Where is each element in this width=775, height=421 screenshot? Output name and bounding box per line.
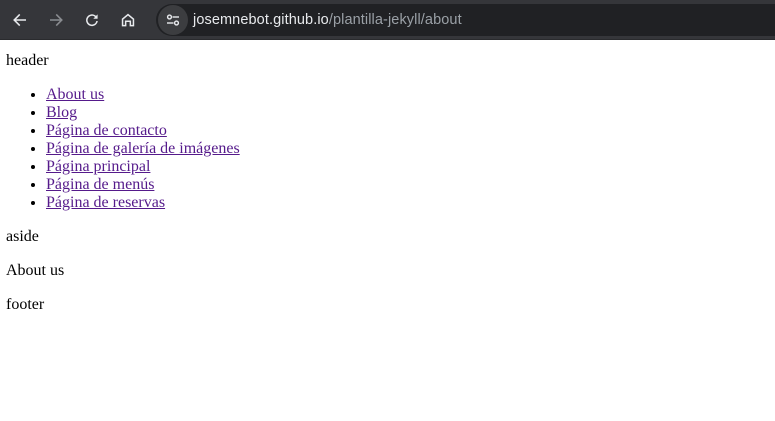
nav-link-galeria[interactable]: Página de galería de imágenes: [46, 140, 240, 157]
nav-link-contacto[interactable]: Página de contacto: [46, 122, 167, 139]
list-item: Página de galería de imágenes: [46, 140, 240, 158]
back-button[interactable]: [2, 0, 38, 40]
nav-link-blog[interactable]: Blog: [46, 104, 77, 121]
page-content: header About us Blog Página de contacto …: [0, 40, 775, 421]
list-item: Blog: [46, 104, 240, 122]
reload-button[interactable]: [74, 0, 110, 40]
back-arrow-icon: [13, 13, 26, 26]
header-text: header: [6, 52, 49, 69]
list-item: Página de menús: [46, 176, 240, 194]
main-text: About us: [6, 262, 65, 279]
forward-arrow-icon: [50, 13, 63, 26]
footer-text: footer: [6, 296, 45, 313]
nav-link-about-us[interactable]: About us: [46, 86, 104, 103]
list-item: About us: [46, 86, 240, 104]
nav-link-menus[interactable]: Página de menús: [46, 176, 154, 193]
site-info-icon: [166, 14, 180, 26]
home-icon: [121, 13, 135, 26]
url-text[interactable]: josemnebot.github.io/plantilla-jekyll/ab…: [193, 12, 462, 28]
forward-button[interactable]: [38, 0, 74, 40]
url-host: josemnebot.github.io: [193, 12, 329, 28]
reload-icon: [86, 13, 98, 26]
url-path: /plantilla-jekyll/about: [328, 12, 462, 28]
list-item: Página de contacto: [46, 122, 240, 140]
nav-link-principal[interactable]: Página principal: [46, 158, 150, 175]
site-info-button[interactable]: [158, 5, 188, 35]
list-item: Página de reservas: [46, 194, 240, 212]
nav-list: About us Blog Página de contacto Página …: [6, 86, 240, 212]
list-item: Página principal: [46, 158, 240, 176]
aside-text: aside: [6, 228, 39, 245]
nav-link-reservas[interactable]: Página de reservas: [46, 194, 165, 211]
browser-toolbar: josemnebot.github.io/plantilla-jekyll/ab…: [0, 0, 775, 40]
home-button[interactable]: [110, 0, 146, 40]
address-bar[interactable]: josemnebot.github.io/plantilla-jekyll/ab…: [156, 4, 775, 36]
